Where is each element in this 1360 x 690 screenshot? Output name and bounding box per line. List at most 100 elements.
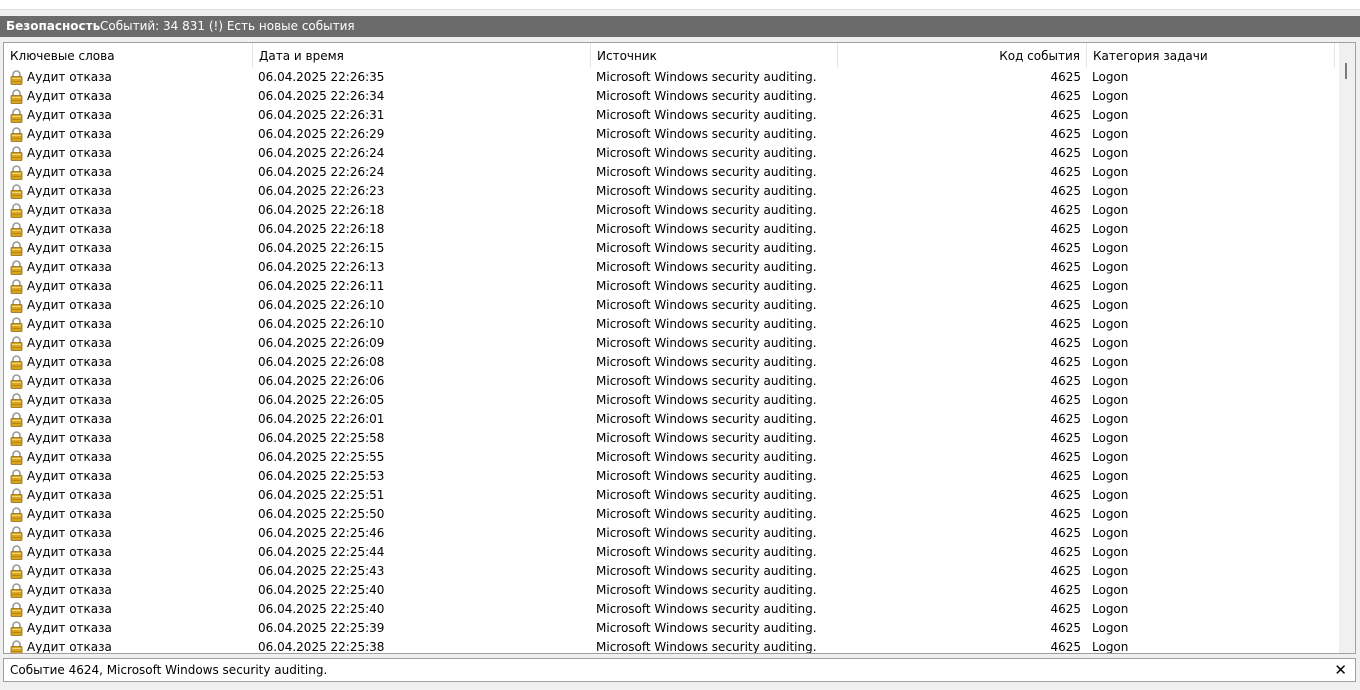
cell-event-id: 4625 (1050, 70, 1081, 84)
cell-event-id: 4625 (1050, 412, 1081, 426)
table-row[interactable]: Аудит отказа 06.04.2025 22:26:09 Microsoft… (4, 334, 1339, 353)
cell-keywords: Аудит отказа (9, 562, 254, 581)
table-row[interactable]: Аудит отказа 06.04.2025 22:25:38 Microsoft… (4, 638, 1339, 654)
vertical-scrollbar[interactable] (1339, 43, 1355, 653)
cell-event-id: 4625 (1050, 336, 1081, 350)
table-row[interactable]: Аудит отказа 06.04.2025 22:25:44 Microsoft… (4, 543, 1339, 562)
cell-category: Logon (1092, 488, 1129, 502)
table-row[interactable]: Аудит отказа 06.04.2025 22:25:39 Microsoft… (4, 619, 1339, 638)
keywords-text: Аудит отказа (27, 374, 112, 388)
keywords-text: Аудит отказа (27, 431, 112, 445)
table-row[interactable]: Аудит отказа 06.04.2025 22:26:24 Microsoft… (4, 163, 1339, 182)
table-row[interactable]: Аудит отказа 06.04.2025 22:25:55 Microsoft… (4, 448, 1339, 467)
keywords-text: Аудит отказа (27, 108, 112, 122)
cell-datetime: 06.04.2025 22:26:24 (258, 165, 385, 179)
table-row[interactable]: Аудит отказа 06.04.2025 22:25:58 Microsoft… (4, 429, 1339, 448)
table-row[interactable]: Аудит отказа 06.04.2025 22:26:29 Microsoft… (4, 125, 1339, 144)
table-row[interactable]: Аудит отказа 06.04.2025 22:26:31 Microsoft… (4, 106, 1339, 125)
cell-category: Logon (1092, 583, 1129, 597)
cell-category: Logon (1092, 241, 1129, 255)
cell-event-id: 4625 (1050, 127, 1081, 141)
table-row[interactable]: Аудит отказа 06.04.2025 22:25:40 Microsoft… (4, 581, 1339, 600)
table-row[interactable]: Аудит отказа 06.04.2025 22:25:51 Microsoft… (4, 486, 1339, 505)
table-row[interactable]: Аудит отказа 06.04.2025 22:26:01 Microsoft… (4, 410, 1339, 429)
table-row[interactable]: Аудит отказа 06.04.2025 22:26:06 Microsoft… (4, 372, 1339, 391)
lock-icon (9, 412, 24, 427)
column-header-event-id[interactable]: Код события (838, 43, 1087, 68)
cell-category: Logon (1092, 564, 1129, 578)
cell-category: Logon (1092, 412, 1129, 426)
cell-event-id: 4625 (1050, 640, 1081, 654)
table-row[interactable]: Аудит отказа 06.04.2025 22:25:46 Microsoft… (4, 524, 1339, 543)
cell-datetime: 06.04.2025 22:26:23 (258, 184, 385, 198)
events-table: Ключевые слова Дата и время Источник Код… (3, 42, 1356, 654)
column-header-keywords[interactable]: Ключевые слова (4, 43, 253, 68)
column-header-datetime[interactable]: Дата и время (253, 43, 591, 68)
table-row[interactable]: Аудит отказа 06.04.2025 22:26:10 Microsoft… (4, 296, 1339, 315)
table-row[interactable]: Аудит отказа 06.04.2025 22:26:10 Microsoft… (4, 315, 1339, 334)
cell-source: Microsoft Windows security auditing. (596, 298, 817, 312)
cell-datetime: 06.04.2025 22:25:50 (258, 507, 385, 521)
table-header: Ключевые слова Дата и время Источник Код… (4, 43, 1339, 68)
table-row[interactable]: Аудит отказа 06.04.2025 22:25:40 Microsoft… (4, 600, 1339, 619)
cell-datetime: 06.04.2025 22:25:44 (258, 545, 385, 559)
cell-keywords: Аудит отказа (9, 277, 254, 296)
cell-category: Logon (1092, 545, 1129, 559)
table-row[interactable]: Аудит отказа 06.04.2025 22:26:35 Microsoft… (4, 68, 1339, 87)
lock-icon (9, 602, 24, 617)
close-icon[interactable]: ✕ (1334, 659, 1347, 681)
cell-event-id: 4625 (1050, 583, 1081, 597)
lock-icon (9, 146, 24, 161)
lock-icon (9, 184, 24, 199)
keywords-text: Аудит отказа (27, 165, 112, 179)
keywords-text: Аудит отказа (27, 298, 112, 312)
cell-keywords: Аудит отказа (9, 467, 254, 486)
column-header-source[interactable]: Источник (591, 43, 838, 68)
cell-source: Microsoft Windows security auditing. (596, 108, 817, 122)
cell-event-id: 4625 (1050, 89, 1081, 103)
cell-source: Microsoft Windows security auditing. (596, 640, 817, 654)
table-row[interactable]: Аудит отказа 06.04.2025 22:25:53 Microsoft… (4, 467, 1339, 486)
cell-event-id: 4625 (1050, 165, 1081, 179)
table-row[interactable]: Аудит отказа 06.04.2025 22:25:43 Microsoft… (4, 562, 1339, 581)
lock-icon (9, 488, 24, 503)
table-row[interactable]: Аудит отказа 06.04.2025 22:26:24 Microsoft… (4, 144, 1339, 163)
cell-keywords: Аудит отказа (9, 429, 254, 448)
cell-event-id: 4625 (1050, 602, 1081, 616)
cell-datetime: 06.04.2025 22:26:11 (258, 279, 385, 293)
cell-category: Logon (1092, 374, 1129, 388)
table-row[interactable]: Аудит отказа 06.04.2025 22:26:11 Microsoft… (4, 277, 1339, 296)
table-row[interactable]: Аудит отказа 06.04.2025 22:26:18 Microsoft… (4, 201, 1339, 220)
table-row[interactable]: Аудит отказа 06.04.2025 22:26:13 Microsoft… (4, 258, 1339, 277)
cell-keywords: Аудит отказа (9, 638, 254, 653)
table-row[interactable]: Аудит отказа 06.04.2025 22:26:05 Microsoft… (4, 391, 1339, 410)
cell-event-id: 4625 (1050, 260, 1081, 274)
cell-category: Logon (1092, 279, 1129, 293)
cell-keywords: Аудит отказа (9, 505, 254, 524)
cell-datetime: 06.04.2025 22:25:51 (258, 488, 385, 502)
lock-icon (9, 70, 24, 85)
cell-category: Logon (1092, 260, 1129, 274)
lock-icon (9, 621, 24, 636)
cell-datetime: 06.04.2025 22:26:05 (258, 393, 385, 407)
table-row[interactable]: Аудит отказа 06.04.2025 22:25:50 Microsoft… (4, 505, 1339, 524)
cell-keywords: Аудит отказа (9, 296, 254, 315)
cell-category: Logon (1092, 70, 1129, 84)
cell-category: Logon (1092, 184, 1129, 198)
cell-source: Microsoft Windows security auditing. (596, 526, 817, 540)
table-row[interactable]: Аудит отказа 06.04.2025 22:26:08 Microsoft… (4, 353, 1339, 372)
table-row[interactable]: Аудит отказа 06.04.2025 22:26:23 Microsoft… (4, 182, 1339, 201)
keywords-text: Аудит отказа (27, 279, 112, 293)
scrollbar-thumb[interactable] (1345, 63, 1347, 79)
table-row[interactable]: Аудит отказа 06.04.2025 22:26:18 Microsoft… (4, 220, 1339, 239)
column-header-category[interactable]: Категория задачи (1087, 43, 1335, 68)
lock-icon (9, 393, 24, 408)
table-row[interactable]: Аудит отказа 06.04.2025 22:26:15 Microsoft… (4, 239, 1339, 258)
cell-datetime: 06.04.2025 22:26:18 (258, 203, 385, 217)
cell-event-id: 4625 (1050, 317, 1081, 331)
cell-category: Logon (1092, 336, 1129, 350)
cell-keywords: Аудит отказа (9, 334, 254, 353)
table-row[interactable]: Аудит отказа 06.04.2025 22:26:34 Microsoft… (4, 87, 1339, 106)
keywords-text: Аудит отказа (27, 564, 112, 578)
cell-category: Logon (1092, 393, 1129, 407)
